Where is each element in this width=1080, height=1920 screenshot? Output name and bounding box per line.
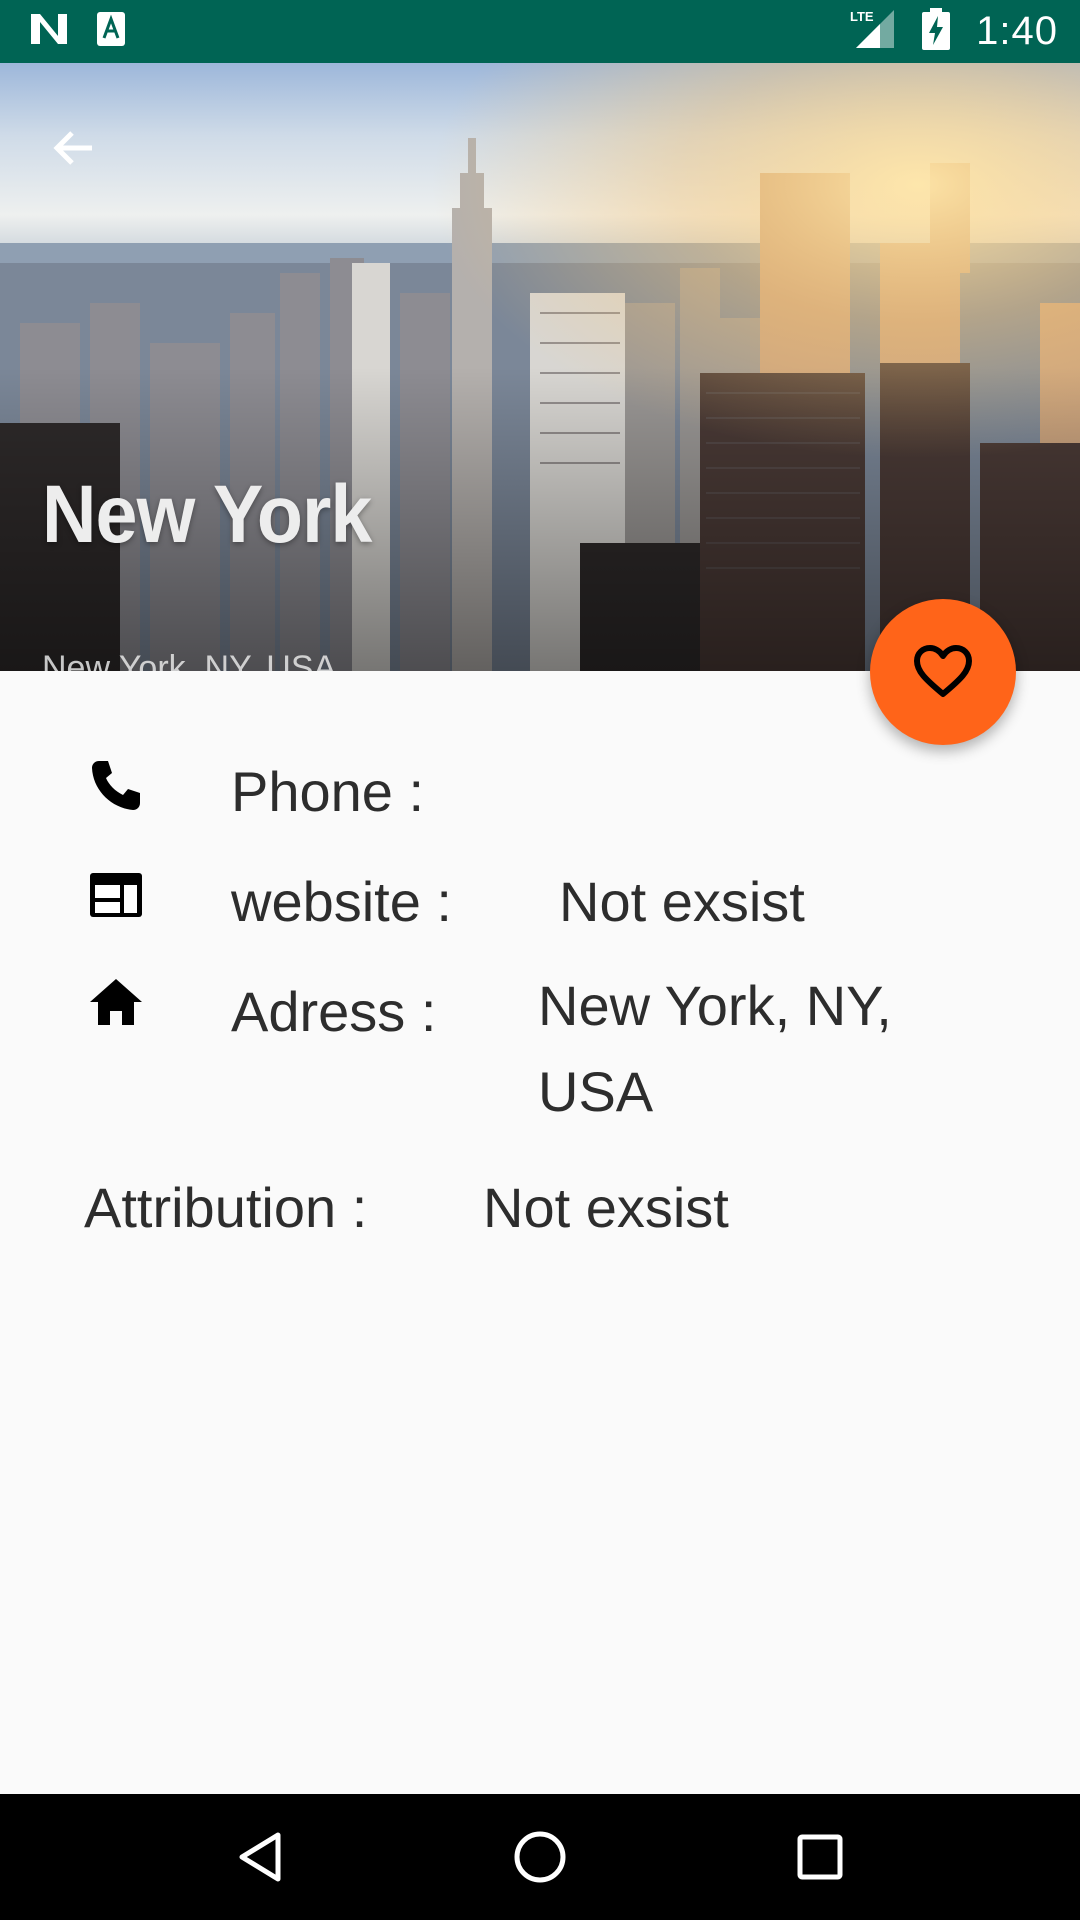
- nav-back-button[interactable]: [220, 1817, 300, 1897]
- recents-square-icon: [797, 1834, 843, 1880]
- n-logo-icon: [28, 11, 70, 52]
- place-title: New York: [42, 469, 372, 560]
- website-value[interactable]: Not exsist: [559, 869, 805, 934]
- arrow-back-icon: [53, 131, 92, 165]
- city-skyline-image: [0, 63, 1080, 671]
- attribution-value: Not exsist: [483, 1176, 729, 1239]
- favorite-button[interactable]: [870, 599, 1016, 745]
- nav-recents-button[interactable]: [780, 1817, 860, 1897]
- nav-home-button[interactable]: [500, 1817, 580, 1897]
- back-triangle-icon: [239, 1832, 281, 1882]
- battery-charging-icon: [922, 8, 951, 55]
- header-image: New York New York, NY, USA: [0, 63, 1080, 671]
- back-button[interactable]: [44, 118, 104, 178]
- svg-text:LTE: LTE: [850, 9, 874, 24]
- address-label: Adress :: [231, 980, 437, 1043]
- lte-signal-icon: LTE: [850, 8, 896, 55]
- place-subtitle: New York, NY, USA: [42, 649, 337, 671]
- accessibility-a-icon: [96, 11, 126, 52]
- address-value-line1: New York, NY,: [538, 974, 892, 1037]
- heart-outline-icon: [914, 645, 972, 697]
- navigation-bar: [0, 1794, 1080, 1920]
- web-icon: [90, 873, 142, 917]
- address-value-line2: USA: [538, 1060, 654, 1123]
- screen: LTE 1:40 New York New York, NY, USA Phon…: [0, 0, 1080, 1920]
- home-circle-icon: [514, 1831, 566, 1883]
- status-bar: LTE 1:40: [0, 0, 1080, 63]
- home-icon: [90, 979, 142, 1025]
- attribution-label: Attribution :: [84, 1176, 368, 1239]
- phone-icon: [92, 761, 140, 810]
- status-time: 1:40: [976, 9, 1058, 53]
- phone-label: Phone :: [231, 760, 425, 823]
- website-label: website :: [231, 870, 452, 933]
